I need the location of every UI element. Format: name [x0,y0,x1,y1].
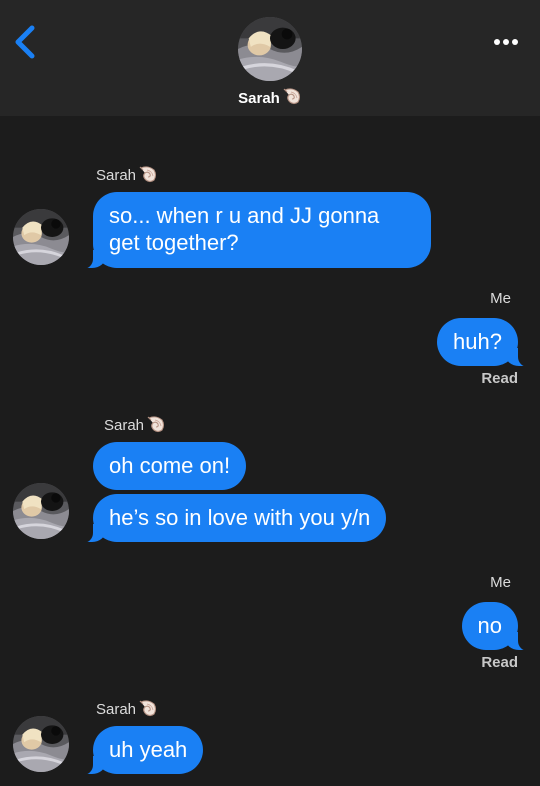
ellipsis-icon [494,39,518,45]
sender-label: Sarah [96,698,158,718]
sender-avatar[interactable] [13,483,69,539]
spiral-shell-icon [146,414,166,434]
spiral-shell-icon [282,86,302,106]
message-text: he’s so in love with you y/n [109,505,371,530]
chevron-left-icon [15,25,35,59]
sender-name: Sarah [96,167,137,184]
more-options-button[interactable] [490,30,522,54]
message-text: huh? [453,329,502,354]
incoming-message-bubble[interactable]: he’s so in love with you y/n [78,494,387,543]
sender-avatar[interactable] [13,716,69,772]
incoming-message-bubble[interactable]: uh yeah [78,726,204,775]
message-text: oh come on! [109,453,231,478]
incoming-message-bubble[interactable]: so... when r u and JJ gonna get together… [79,192,431,269]
contact-name[interactable]: Sarah [0,86,540,107]
message-line: get together? [109,230,239,255]
message-text: uh yeah [109,737,188,762]
me-label: Me [490,574,511,591]
contact-avatar[interactable] [238,17,302,81]
spiral-shell-icon [138,698,158,718]
incoming-message-bubble[interactable]: oh come on! [93,442,247,490]
sender-name: Sarah [104,417,145,434]
outgoing-message-bubble[interactable]: no [461,602,533,651]
sender-label: Sarah [104,414,166,434]
chat-header: Sarah [0,0,540,116]
contact-name-label: Sarah [238,90,280,107]
sender-label: Sarah [96,164,158,184]
me-label: Me [490,290,511,307]
spiral-shell-icon [138,164,158,184]
read-receipt: Read [481,370,518,387]
message-line: so... when r u and JJ gonna [109,203,380,228]
message-text: no [477,613,502,638]
read-receipt: Read [481,654,518,671]
sender-avatar[interactable] [13,209,69,265]
back-button[interactable] [10,22,40,62]
sender-name: Sarah [96,701,137,718]
outgoing-message-bubble[interactable]: huh? [437,318,532,367]
